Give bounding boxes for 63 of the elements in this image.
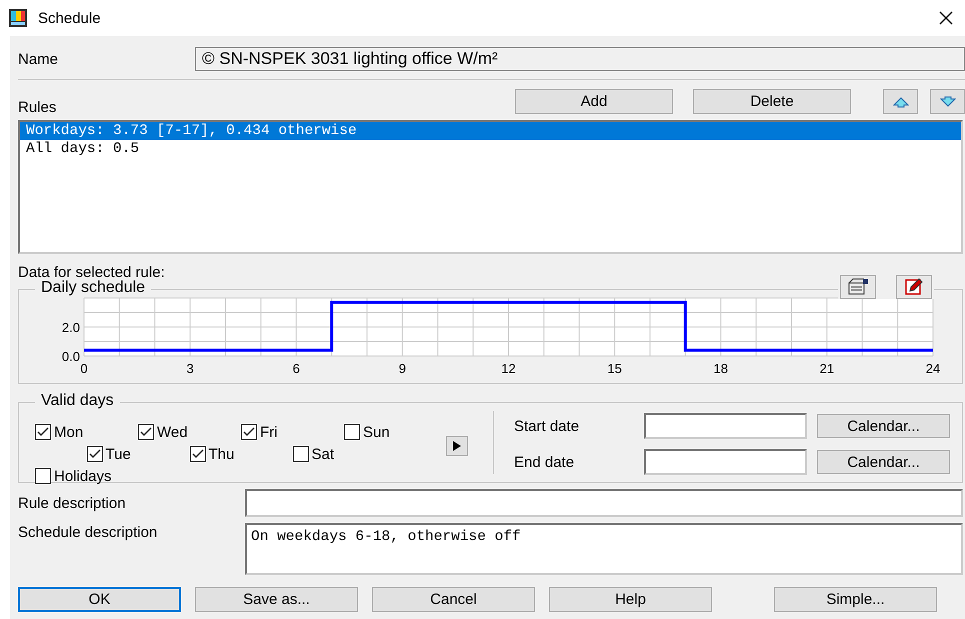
tick-label: 2.0: [62, 320, 80, 335]
tick-label: 18: [714, 361, 728, 376]
up-arrow-icon: [892, 96, 908, 108]
down-arrow-icon: [940, 96, 956, 108]
group-title: Valid days: [35, 392, 120, 410]
date-field[interactable]: [644, 413, 807, 439]
group-title: Daily schedule: [35, 279, 152, 297]
day-checkbox[interactable]: Thu: [190, 443, 292, 465]
dialog-button[interactable]: Save as...: [195, 587, 358, 612]
name-field[interactable]: © SN-NSPEK 3031 lighting office W/m²: [195, 47, 965, 71]
tick-label: 6: [292, 361, 300, 376]
day-checkbox[interactable]: Wed: [138, 421, 241, 443]
triangle-icon: [453, 441, 461, 451]
tick-label: 15: [607, 361, 622, 376]
move-down-button[interactable]: [930, 89, 965, 114]
dialog-button[interactable]: OK: [18, 587, 181, 612]
calendar-button[interactable]: Calendar...: [817, 414, 950, 438]
rule-item[interactable]: Workdays: 3.73 [7-17], 0.434 otherwise: [20, 122, 961, 140]
window-title: Schedule: [38, 10, 102, 26]
calendar-button[interactable]: Calendar...: [817, 450, 950, 474]
day-checkbox[interactable]: Fri: [241, 421, 344, 443]
day-checkbox[interactable]: Sun: [344, 421, 447, 443]
date-field[interactable]: [644, 449, 807, 475]
field-label: End date: [514, 454, 576, 470]
rule-item[interactable]: All days: 0.5: [20, 140, 961, 158]
rule-button[interactable]: Delete: [693, 89, 851, 114]
tick-label: 24: [926, 361, 940, 376]
check-icon: [140, 427, 152, 437]
check-icon: [192, 449, 204, 459]
form-icon: [847, 278, 869, 296]
check-icon: [243, 427, 255, 437]
close-icon: [939, 11, 953, 25]
rule-button[interactable]: Add: [515, 89, 673, 114]
day-checkbox[interactable]: Mon: [35, 421, 138, 443]
day-checkbox[interactable]: Tue: [86, 443, 190, 465]
tick-label: 3: [186, 361, 194, 376]
rule-description-field[interactable]: [245, 489, 963, 517]
field-label: Rule description: [18, 494, 127, 512]
tick-label: 0.0: [62, 349, 80, 364]
tick-label: 0: [80, 361, 88, 376]
field-label: Start date: [514, 418, 580, 434]
field-label: Schedule description: [18, 523, 158, 541]
section-label: Data for selected rule:: [18, 264, 166, 281]
tick-label: 21: [820, 361, 834, 376]
check-icon: [88, 449, 100, 459]
tick-label: 12: [501, 361, 516, 376]
pencil-icon: [904, 278, 924, 296]
toolbar-button[interactable]: [896, 275, 932, 299]
dialog-button[interactable]: Help: [549, 587, 712, 612]
toolbar-button[interactable]: [840, 275, 876, 299]
schedule-description-field[interactable]: On weekdays 6-18, otherwise off: [245, 523, 963, 575]
field-label: Name: [18, 50, 60, 68]
next-button[interactable]: [446, 436, 468, 456]
tick-label: 9: [398, 361, 406, 376]
day-checkbox[interactable]: Sat: [292, 443, 396, 465]
dialog-button[interactable]: Simple...: [774, 587, 937, 612]
day-checkbox[interactable]: Holidays: [35, 465, 138, 487]
section-label: Rules: [18, 98, 58, 116]
check-icon: [37, 427, 49, 437]
move-up-button[interactable]: [883, 89, 918, 114]
app-icon: [8, 8, 28, 28]
rules-list[interactable]: Workdays: 3.73 [7-17], 0.434 otherwise All days: 0.5: [18, 120, 963, 254]
dialog-button[interactable]: Cancel: [372, 587, 535, 612]
